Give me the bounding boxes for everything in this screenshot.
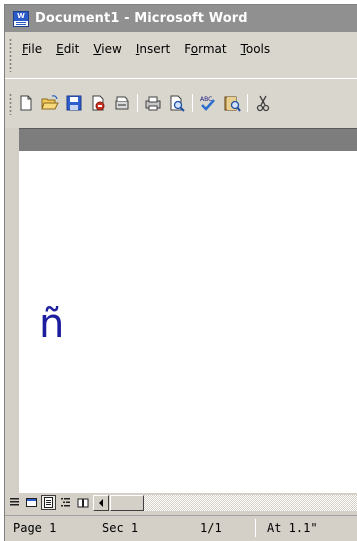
reading-layout-button[interactable]: [75, 495, 90, 510]
status-section: Sec 1: [102, 521, 139, 535]
permission-icon[interactable]: [89, 94, 107, 112]
menu-file[interactable]: File: [22, 42, 42, 56]
open-folder-icon[interactable]: [41, 94, 59, 112]
status-page-count: 1/1: [200, 521, 222, 535]
print-layout-button[interactable]: [41, 495, 56, 510]
outline-view-icon: [61, 498, 70, 507]
document-page[interactable]: ñ: [19, 151, 357, 493]
window-title: Document1 - Microsoft Word: [35, 11, 248, 26]
toolbar-separator: [137, 94, 138, 112]
outline-view-button[interactable]: [58, 495, 73, 510]
horizontal-scrollbar-thumb[interactable]: [110, 494, 144, 511]
title-bar[interactable]: W Document1 - Microsoft Word: [5, 5, 357, 32]
standard-toolbar: ABC: [5, 78, 357, 128]
menu-format[interactable]: Format: [184, 42, 226, 56]
horizontal-ruler[interactable]: [19, 128, 357, 151]
web-layout-button[interactable]: [24, 495, 39, 510]
normal-view-button[interactable]: [7, 495, 22, 510]
horizontal-scrollbar-track[interactable]: [110, 494, 357, 511]
arrow-left-icon: [99, 498, 103, 507]
menu-view[interactable]: View: [93, 42, 121, 56]
status-page: Page 1: [13, 521, 57, 535]
document-text[interactable]: ñ: [39, 301, 64, 347]
word-window: W Document1 - Microsoft Word File Edit V…: [4, 4, 357, 541]
reading-layout-icon: [77, 498, 88, 508]
word-app-icon[interactable]: W: [13, 10, 29, 27]
normal-view-icon: [10, 498, 19, 506]
svg-text:ABC: ABC: [200, 96, 212, 103]
print-preview-icon[interactable]: [168, 94, 186, 112]
scroll-left-button[interactable]: [93, 494, 109, 511]
menu-insert[interactable]: Insert: [136, 42, 170, 56]
print-layout-icon: [44, 497, 53, 508]
status-position: At 1.1": [267, 521, 318, 535]
spelling-grammar-icon[interactable]: ABC: [199, 94, 217, 112]
research-icon[interactable]: [223, 94, 241, 112]
cut-icon[interactable]: [254, 94, 272, 112]
new-document-icon[interactable]: [17, 94, 35, 112]
view-scroll-bar: [5, 493, 357, 512]
web-layout-icon: [26, 498, 37, 507]
status-divider: [255, 519, 256, 537]
menu-bar: File Edit View Insert Format Tools: [5, 32, 357, 78]
print-icon[interactable]: [144, 94, 162, 112]
status-bar: Page 1 Sec 1 1/1 At 1.1": [5, 515, 357, 541]
menu-tools[interactable]: Tools: [241, 42, 271, 56]
toolbar-grip[interactable]: [9, 93, 12, 115]
toolbar-separator: [247, 94, 248, 112]
menu-bar-grip[interactable]: [9, 38, 12, 72]
email-icon[interactable]: [113, 94, 131, 112]
menu-edit[interactable]: Edit: [56, 42, 79, 56]
save-icon[interactable]: [65, 94, 83, 112]
toolbar-separator: [192, 94, 193, 112]
